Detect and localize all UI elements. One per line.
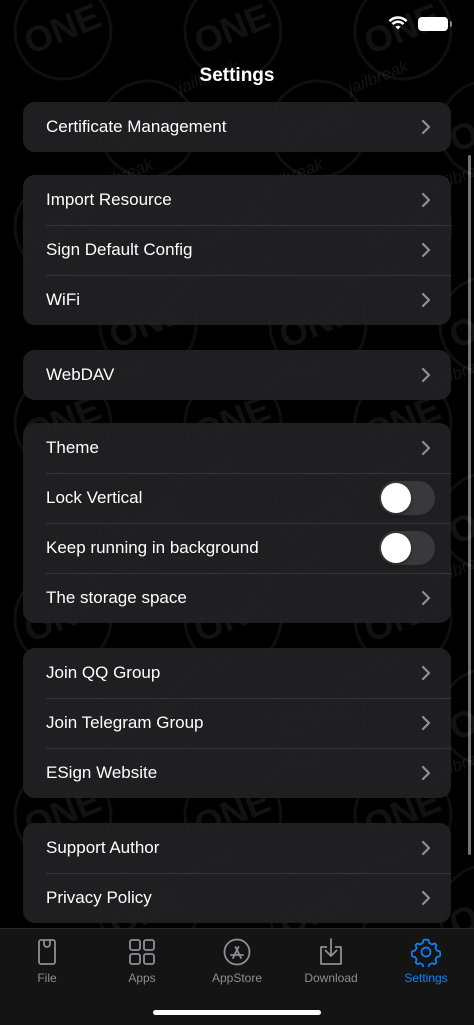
settings-row-theme[interactable]: Theme [23, 423, 451, 473]
page-title: Settings [199, 65, 275, 86]
chevron-right-icon [421, 590, 431, 606]
settings-group: WebDAV [23, 350, 451, 400]
wifi-icon [388, 16, 408, 30]
settings-row-sign-default-config[interactable]: Sign Default Config [23, 225, 451, 275]
settings-row-privacy-policy[interactable]: Privacy Policy [23, 873, 451, 923]
tab-label: AppStore [211, 971, 263, 985]
chevron-right-icon [421, 242, 431, 258]
settings-row-esign-website[interactable]: ESign Website [23, 748, 451, 798]
settings-group: Certificate Management [23, 102, 451, 152]
settings-row-label: WebDAV [46, 365, 115, 384]
settings-row-the-storage-space[interactable]: The storage space [23, 573, 451, 623]
chevron-right-icon [421, 192, 431, 208]
status-bar [0, 0, 474, 50]
settings-row-join-qq-group[interactable]: Join QQ Group [23, 648, 451, 698]
settings-row-label: Certificate Management [46, 117, 227, 136]
tab-label: Apps [128, 971, 156, 985]
settings-row-certificate-management[interactable]: Certificate Management [23, 102, 451, 152]
settings-list[interactable]: Certificate Management Import Resource Sig… [0, 102, 474, 928]
chevron-right-icon [421, 292, 431, 308]
chevron-right-icon [421, 665, 431, 681]
settings-row-label: Privacy Policy [46, 888, 152, 907]
gear-icon [411, 938, 441, 967]
navigation-bar: Settings [0, 50, 474, 102]
settings-row-label: Join QQ Group [46, 663, 161, 682]
settings-row-lock-vertical[interactable]: Lock Vertical [23, 473, 451, 523]
tab-label: Download [304, 971, 358, 985]
settings-group: Theme Lock Vertical Keep running in backgr… [23, 423, 451, 623]
home-indicator[interactable] [153, 1010, 321, 1015]
settings-row-label: Import Resource [46, 190, 172, 209]
toggle-switch[interactable] [379, 481, 435, 515]
settings-row-label: Sign Default Config [46, 240, 193, 259]
download-icon [320, 938, 342, 965]
settings-row-keep-running-in-background[interactable]: Keep running in background [23, 523, 451, 573]
settings-screen: ONEjailbreakONEjailbreakONEjailbreakONEj… [0, 0, 474, 1025]
settings-row-label: WiFi [46, 290, 80, 309]
appstore-icon [223, 938, 251, 966]
settings-group: Support Author Privacy Policy [23, 823, 451, 923]
settings-row-webdav[interactable]: WebDAV [23, 350, 451, 400]
chevron-right-icon [421, 367, 431, 383]
tab-download[interactable]: Download [286, 937, 376, 985]
settings-row-label: The storage space [46, 588, 187, 607]
settings-group: Import Resource Sign Default Config WiFi [23, 175, 451, 325]
chevron-right-icon [421, 440, 431, 456]
apps-grid-icon [129, 939, 155, 965]
toggle-knob [381, 533, 411, 563]
settings-row-wifi[interactable]: WiFi [23, 275, 451, 325]
settings-group: Join QQ Group Join Telegram Group ESign We… [23, 648, 451, 798]
chevron-right-icon [421, 840, 431, 856]
settings-row-import-resource[interactable]: Import Resource [23, 175, 451, 225]
settings-row-label: Theme [46, 438, 99, 457]
tab-label: File [37, 971, 57, 985]
chevron-right-icon [421, 890, 431, 906]
tab-apps[interactable]: Apps [97, 937, 187, 985]
chevron-right-icon [421, 765, 431, 781]
file-icon [38, 939, 56, 965]
toggle-switch[interactable] [379, 531, 435, 565]
toggle-knob [381, 483, 411, 513]
battery-icon [418, 16, 452, 31]
scroll-indicator[interactable] [468, 155, 471, 855]
settings-row-label: Keep running in background [46, 538, 259, 557]
tab-file[interactable]: File [2, 937, 92, 985]
chevron-right-icon [421, 715, 431, 731]
settings-row-join-telegram-group[interactable]: Join Telegram Group [23, 698, 451, 748]
settings-row-support-author[interactable]: Support Author [23, 823, 451, 873]
tab-settings[interactable]: Settings [381, 937, 471, 985]
settings-row-label: Lock Vertical [46, 488, 143, 507]
tab-appstore[interactable]: AppStore [192, 937, 282, 985]
chevron-right-icon [421, 119, 431, 135]
tab-label: Settings [404, 971, 448, 985]
settings-row-label: Support Author [46, 838, 160, 857]
settings-row-label: Join Telegram Group [46, 713, 204, 732]
settings-row-label: ESign Website [46, 763, 158, 782]
